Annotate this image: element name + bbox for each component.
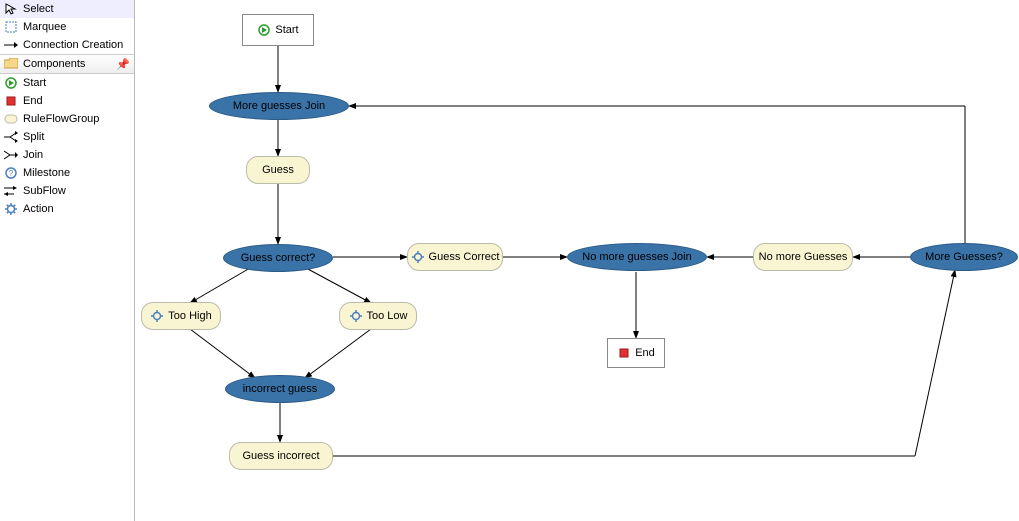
end-icon (4, 94, 18, 108)
component-start[interactable]: Start (0, 74, 134, 92)
node-guess-correct[interactable]: Guess Correct (407, 243, 503, 271)
component-end[interactable]: End (0, 92, 134, 110)
node-no-more-guesses-label: No more Guesses (759, 251, 848, 263)
node-guess-correct-split[interactable]: Guess correct? (223, 244, 333, 272)
node-more-guesses-join[interactable]: More guesses Join (209, 92, 349, 120)
node-guess[interactable]: Guess (246, 156, 310, 184)
node-no-more-guesses-join-label: No more guesses Join (582, 251, 691, 263)
diagram-canvas[interactable]: Start More guesses Join Guess Guess corr… (135, 0, 1019, 521)
tool-select-label: Select (23, 3, 54, 15)
subflow-icon (4, 184, 18, 198)
gear-icon (150, 309, 164, 323)
component-subflow-label: SubFlow (23, 185, 66, 197)
component-join-label: Join (23, 149, 43, 161)
node-more-guesses-split-label: More Guesses? (925, 251, 1003, 263)
component-split[interactable]: Split (0, 128, 134, 146)
pin-icon[interactable]: 📌 (116, 58, 130, 71)
gear-icon (411, 250, 425, 264)
node-no-more-guesses[interactable]: No more Guesses (753, 243, 853, 271)
gear-icon (4, 202, 18, 216)
node-more-guesses-join-label: More guesses Join (233, 100, 325, 112)
cursor-icon (4, 2, 18, 16)
tool-marquee-label: Marquee (23, 21, 66, 33)
node-no-more-guesses-join[interactable]: No more guesses Join (567, 243, 707, 271)
section-components[interactable]: Components 📌 (0, 54, 134, 74)
marquee-icon (4, 20, 18, 34)
milestone-icon: ? (4, 166, 18, 180)
node-incorrect-guess-label: incorrect guess (243, 383, 318, 395)
component-ruleflowgroup[interactable]: RuleFlowGroup (0, 110, 134, 128)
component-milestone[interactable]: ? Milestone (0, 164, 134, 182)
tool-marquee[interactable]: Marquee (0, 18, 134, 36)
join-icon (4, 148, 18, 162)
component-milestone-label: Milestone (23, 167, 70, 179)
arrow-icon (4, 38, 18, 52)
node-too-low-label: Too Low (367, 310, 408, 322)
tool-connection[interactable]: Connection Creation (0, 36, 134, 54)
node-more-guesses-split[interactable]: More Guesses? (910, 243, 1018, 271)
tool-select[interactable]: Select (0, 0, 134, 18)
node-incorrect-guess[interactable]: incorrect guess (225, 375, 335, 403)
node-guess-correct-split-label: Guess correct? (241, 252, 316, 264)
start-icon (257, 23, 271, 37)
node-end-label: End (635, 347, 655, 359)
component-join[interactable]: Join (0, 146, 134, 164)
node-too-high-label: Too High (168, 310, 211, 322)
component-ruleflowgroup-label: RuleFlowGroup (23, 113, 99, 125)
node-guess-label: Guess (262, 164, 294, 176)
component-action[interactable]: Action (0, 200, 134, 218)
start-icon (4, 76, 18, 90)
node-too-high[interactable]: Too High (141, 302, 221, 330)
ruleflow-icon (4, 112, 18, 126)
component-action-label: Action (23, 203, 54, 215)
node-guess-incorrect[interactable]: Guess incorrect (229, 442, 333, 470)
node-end[interactable]: End (607, 338, 665, 368)
split-icon (4, 130, 18, 144)
node-guess-correct-label: Guess Correct (429, 251, 500, 263)
component-split-label: Split (23, 131, 44, 143)
node-too-low[interactable]: Too Low (339, 302, 417, 330)
node-guess-incorrect-label: Guess incorrect (242, 450, 319, 462)
folder-icon (4, 57, 18, 71)
tool-palette: Select Marquee Connection Creation Compo… (0, 0, 135, 521)
node-start-label: Start (275, 24, 298, 36)
node-start[interactable]: Start (242, 14, 314, 46)
component-start-label: Start (23, 77, 46, 89)
gear-icon (349, 309, 363, 323)
tool-connection-label: Connection Creation (23, 39, 123, 51)
svg-text:?: ? (9, 169, 14, 178)
end-icon (617, 346, 631, 360)
component-end-label: End (23, 95, 43, 107)
section-components-label: Components (23, 58, 85, 70)
component-subflow[interactable]: SubFlow (0, 182, 134, 200)
